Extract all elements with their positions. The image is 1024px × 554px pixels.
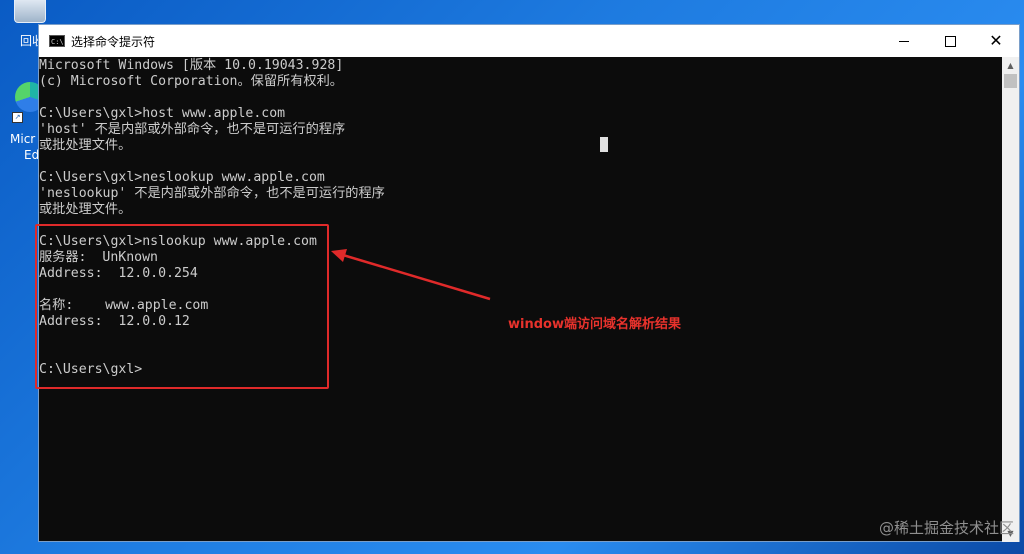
annotation-arrow (331, 249, 491, 301)
watermark-text: @稀土掘金技术社区 (878, 519, 1014, 537)
annotation-label: window端访问域名解析结果 (508, 317, 681, 332)
